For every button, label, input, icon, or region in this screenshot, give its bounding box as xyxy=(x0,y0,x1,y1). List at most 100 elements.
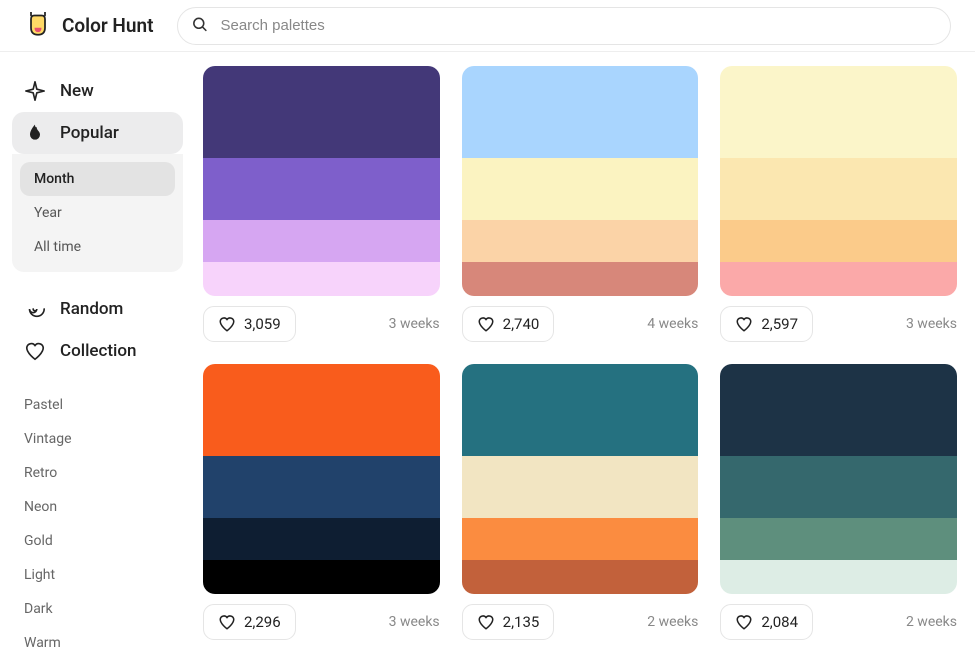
like-button[interactable]: 2,135 xyxy=(462,604,555,640)
nav-random[interactable]: Random xyxy=(12,288,183,330)
tag-warm[interactable]: Warm xyxy=(24,626,171,660)
palette-card: 2,597 3 weeks xyxy=(720,66,957,342)
palette-age: 2 weeks xyxy=(906,614,957,630)
color-stripe[interactable] xyxy=(720,158,957,220)
card-footer: 2,296 3 weeks xyxy=(203,604,440,640)
heart-icon xyxy=(477,315,495,333)
like-count: 2,084 xyxy=(761,613,798,631)
nav-new[interactable]: New xyxy=(12,70,183,112)
palette-age: 3 weeks xyxy=(389,316,440,332)
like-button[interactable]: 2,084 xyxy=(720,604,813,640)
color-stripe[interactable] xyxy=(203,66,440,158)
color-stripe[interactable] xyxy=(462,456,699,518)
card-footer: 3,059 3 weeks xyxy=(203,306,440,342)
like-button[interactable]: 3,059 xyxy=(203,306,296,342)
color-stripe[interactable] xyxy=(203,560,440,595)
palette[interactable] xyxy=(462,364,699,594)
color-stripe[interactable] xyxy=(720,66,957,158)
color-stripe[interactable] xyxy=(462,560,699,595)
like-button[interactable]: 2,740 xyxy=(462,306,555,342)
like-button[interactable]: 2,296 xyxy=(203,604,296,640)
palette[interactable] xyxy=(462,66,699,296)
color-stripe[interactable] xyxy=(720,518,957,559)
heart-icon xyxy=(735,613,753,631)
logo-icon xyxy=(24,12,52,40)
palette-card: 2,296 3 weeks xyxy=(203,364,440,640)
palette[interactable] xyxy=(203,364,440,594)
like-count: 2,296 xyxy=(244,613,281,631)
subnav-year[interactable]: Year xyxy=(20,196,175,230)
card-footer: 2,084 2 weeks xyxy=(720,604,957,640)
color-stripe[interactable] xyxy=(203,220,440,261)
tag-neon[interactable]: Neon xyxy=(24,490,171,524)
card-footer: 2,740 4 weeks xyxy=(462,306,699,342)
palette-card: 2,084 2 weeks xyxy=(720,364,957,640)
palette[interactable] xyxy=(720,66,957,296)
header: Color Hunt xyxy=(0,0,975,52)
palette-card: 3,059 3 weeks xyxy=(203,66,440,342)
color-stripe[interactable] xyxy=(203,518,440,559)
search-icon xyxy=(191,15,208,36)
palette-age: 2 weeks xyxy=(647,614,698,630)
palette-card: 2,740 4 weeks xyxy=(462,66,699,342)
palette-age: 4 weeks xyxy=(647,316,698,332)
color-stripe[interactable] xyxy=(203,456,440,518)
palette[interactable] xyxy=(720,364,957,594)
sidebar: New Popular Month Year All time Random C… xyxy=(0,52,195,672)
search-wrap xyxy=(177,7,951,45)
color-stripe[interactable] xyxy=(720,220,957,261)
palette-age: 3 weeks xyxy=(389,614,440,630)
subnav-alltime[interactable]: All time xyxy=(20,230,175,264)
tag-dark[interactable]: Dark xyxy=(24,592,171,626)
palette-age: 3 weeks xyxy=(906,316,957,332)
card-footer: 2,597 3 weeks xyxy=(720,306,957,342)
palette-card: 2,135 2 weeks xyxy=(462,364,699,640)
subnav-month[interactable]: Month xyxy=(20,162,175,196)
popular-subnav: Month Year All time xyxy=(12,154,183,272)
color-stripe[interactable] xyxy=(203,158,440,220)
like-count: 2,740 xyxy=(503,315,540,333)
heart-icon xyxy=(218,315,236,333)
like-count: 2,597 xyxy=(761,315,798,333)
tag-retro[interactable]: Retro xyxy=(24,456,171,490)
color-stripe[interactable] xyxy=(462,66,699,158)
flame-icon xyxy=(24,122,46,144)
like-count: 2,135 xyxy=(503,613,540,631)
heart-icon xyxy=(735,315,753,333)
color-stripe[interactable] xyxy=(720,560,957,595)
logo[interactable]: Color Hunt xyxy=(24,12,153,40)
color-stripe[interactable] xyxy=(203,364,440,456)
heart-icon xyxy=(218,613,236,631)
spiral-icon xyxy=(24,298,46,320)
sparkle-icon xyxy=(24,80,46,102)
palette[interactable] xyxy=(203,66,440,296)
heart-icon xyxy=(477,613,495,631)
nav-label: New xyxy=(60,81,94,101)
nav-label: Collection xyxy=(60,341,137,361)
tag-light[interactable]: Light xyxy=(24,558,171,592)
color-stripe[interactable] xyxy=(720,364,957,456)
color-stripe[interactable] xyxy=(203,262,440,297)
palette-grid: 3,0593 weeks2,7404 weeks2,5973 weeks2,29… xyxy=(203,66,957,640)
color-stripe[interactable] xyxy=(462,364,699,456)
like-count: 3,059 xyxy=(244,315,281,333)
color-stripe[interactable] xyxy=(462,518,699,559)
logo-text: Color Hunt xyxy=(62,14,153,37)
color-stripe[interactable] xyxy=(462,220,699,261)
tag-pastel[interactable]: Pastel xyxy=(24,388,171,422)
tags-section: Pastel Vintage Retro Neon Gold Light Dar… xyxy=(12,372,183,660)
color-stripe[interactable] xyxy=(720,262,957,297)
search-input[interactable] xyxy=(177,7,951,45)
nav-collection[interactable]: Collection xyxy=(12,330,183,372)
color-stripe[interactable] xyxy=(462,262,699,297)
card-footer: 2,135 2 weeks xyxy=(462,604,699,640)
nav-label: Random xyxy=(60,299,123,319)
tag-gold[interactable]: Gold xyxy=(24,524,171,558)
nav-popular[interactable]: Popular xyxy=(12,112,183,154)
nav-label: Popular xyxy=(60,123,119,143)
color-stripe[interactable] xyxy=(462,158,699,220)
like-button[interactable]: 2,597 xyxy=(720,306,813,342)
heart-icon xyxy=(24,340,46,362)
color-stripe[interactable] xyxy=(720,456,957,518)
tag-vintage[interactable]: Vintage xyxy=(24,422,171,456)
